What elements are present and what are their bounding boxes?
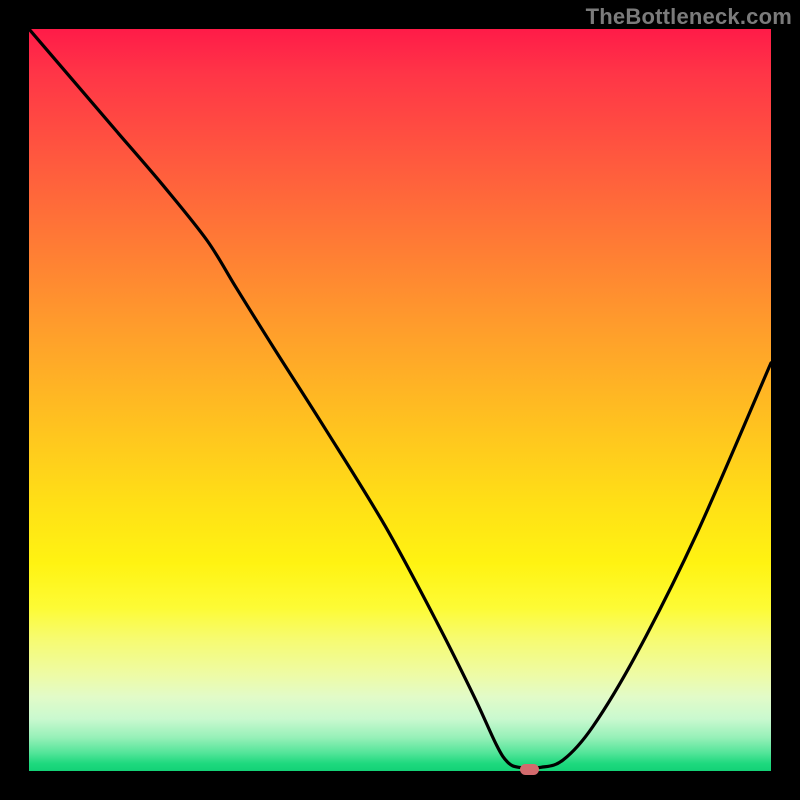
optimum-marker xyxy=(520,764,539,774)
bottleneck-curve xyxy=(29,29,771,768)
plot-area xyxy=(29,29,771,771)
curve-layer xyxy=(29,29,771,771)
watermark-text: TheBottleneck.com xyxy=(586,4,792,30)
chart-frame: TheBottleneck.com xyxy=(0,0,800,800)
